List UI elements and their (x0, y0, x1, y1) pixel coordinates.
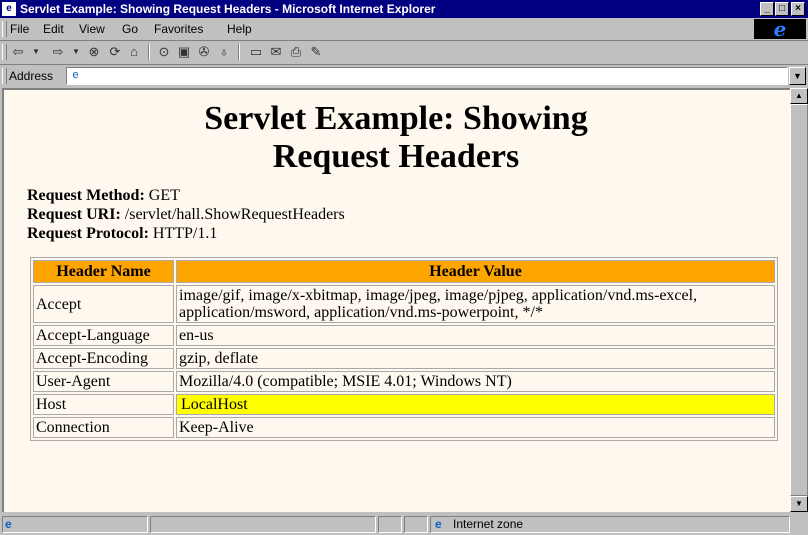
vertical-scrollbar[interactable]: ▲ ▼ (790, 88, 808, 512)
home-icon[interactable]: ⌂ (126, 44, 142, 60)
close-button[interactable]: × (791, 2, 805, 16)
print-icon[interactable]: ⎙ (288, 44, 304, 60)
request-protocol-label: Request Protocol: (27, 225, 149, 242)
standard-toolbar: ⇦ ▼ ⇨ ▼ ⊗ ⟳ ⌂ ⊙ ▣ ✇ ♁ ▭ ✉ ⎙ ✎ (0, 40, 808, 63)
history-icon[interactable]: ♁ (216, 44, 232, 60)
request-uri-row: Request URI: /servlet/hall.ShowRequestHe… (27, 205, 345, 224)
scroll-thumb[interactable] (790, 104, 808, 496)
toolbar-grip[interactable] (2, 44, 7, 60)
table-row: Connection Keep-Alive (33, 417, 775, 438)
request-method-label: Request Method: (27, 187, 145, 204)
page-icon: e (72, 69, 79, 81)
search-icon[interactable]: ⊙ (156, 44, 172, 60)
status-progress-panel (150, 516, 376, 533)
headers-table: Header Name Header Value Accept image/gi… (30, 257, 778, 441)
status-zone-panel: e Internet zone (430, 516, 790, 533)
minimize-button[interactable]: _ (760, 2, 774, 16)
address-input[interactable]: e (66, 67, 788, 85)
title-bar[interactable]: e Servlet Example: Showing Request Heade… (0, 0, 808, 18)
column-header-value: Header Value (176, 260, 775, 283)
header-name-cell: Accept-Language (33, 325, 174, 346)
page-title-line2: Request Headers (272, 138, 520, 175)
address-bar: Address e ▼ (0, 64, 808, 87)
mail-icon[interactable]: ✉ (268, 44, 284, 60)
ie-page-icon: e (2, 2, 16, 16)
maximize-button[interactable]: □ (775, 2, 789, 16)
request-method-value: GET (148, 187, 180, 204)
window-title: Servlet Example: Showing Request Headers… (20, 2, 436, 16)
address-dropdown-button[interactable]: ▼ (789, 67, 806, 85)
status-page-icon: e (5, 517, 12, 531)
menu-bar: File Edit View Go Favorites Help (0, 19, 808, 39)
header-name-cell: Host (33, 394, 174, 415)
menubar-grip[interactable] (2, 21, 7, 37)
refresh-icon[interactable]: ⟳ (107, 44, 123, 60)
addressbar-grip[interactable] (2, 68, 7, 84)
table-row: User-Agent Mozilla/4.0 (compatible; MSIE… (33, 371, 775, 392)
page-content: Servlet Example: Showing Request Headers… (2, 88, 790, 512)
header-value-cell: en-us (176, 325, 775, 346)
browser-window: e Servlet Example: Showing Request Heade… (0, 0, 808, 535)
page-title: Servlet Example: Showing Request Headers (4, 100, 788, 176)
header-name-cell: User-Agent (33, 371, 174, 392)
header-value-cell-highlighted: LocalHost (176, 394, 775, 415)
request-protocol-value: HTTP/1.1 (152, 225, 218, 242)
request-info: Request Method: GET Request URI: /servle… (27, 186, 345, 243)
fullscreen-icon[interactable]: ▭ (248, 44, 264, 60)
header-name-cell: Accept (33, 285, 174, 323)
internet-zone-icon: e (435, 517, 442, 531)
status-security-panel (404, 516, 428, 533)
request-protocol-row: Request Protocol: HTTP/1.1 (27, 224, 345, 243)
table-row: Accept image/gif, image/x-xbitmap, image… (33, 285, 775, 323)
zone-label: Internet zone (453, 517, 524, 531)
menu-help[interactable]: Help (227, 19, 252, 39)
menu-edit[interactable]: Edit (43, 19, 64, 39)
favorites-icon[interactable]: ▣ (176, 44, 192, 60)
page-title-line1: Servlet Example: Showing (204, 100, 588, 137)
back-icon[interactable]: ⇦ (10, 44, 26, 60)
request-uri-value: /servlet/hall.ShowRequestHeaders (124, 206, 345, 223)
status-text-panel: e (2, 516, 148, 533)
back-dropdown-icon[interactable]: ▼ (28, 44, 44, 60)
header-value-cell: image/gif, image/x-xbitmap, image/jpeg, … (176, 285, 775, 323)
channels-icon[interactable]: ✇ (196, 44, 212, 60)
toolbar-separator (238, 44, 240, 60)
stop-icon[interactable]: ⊗ (86, 44, 102, 60)
edit-icon[interactable]: ✎ (308, 44, 324, 60)
header-value-cell: Keep-Alive (176, 417, 775, 438)
menu-view[interactable]: View (79, 19, 105, 39)
forward-icon[interactable]: ⇨ (50, 44, 66, 60)
table-row: Accept-Encoding gzip, deflate (33, 348, 775, 369)
menu-favorites[interactable]: Favorites (154, 19, 203, 39)
header-name-cell: Connection (33, 417, 174, 438)
table-header-row: Header Name Header Value (33, 260, 775, 283)
scroll-down-button[interactable]: ▼ (790, 496, 808, 512)
request-uri-label: Request URI: (27, 206, 121, 223)
header-value-cell: Mozilla/4.0 (compatible; MSIE 4.01; Wind… (176, 371, 775, 392)
request-method-row: Request Method: GET (27, 186, 345, 205)
ie-throbber-logo: e (754, 19, 806, 39)
toolbar-separator (148, 44, 150, 60)
header-value-cell: gzip, deflate (176, 348, 775, 369)
table-row: Accept-Language en-us (33, 325, 775, 346)
header-name-cell: Accept-Encoding (33, 348, 174, 369)
menu-file[interactable]: File (10, 19, 29, 39)
status-offline-panel (378, 516, 402, 533)
address-label: Address (9, 69, 54, 83)
forward-dropdown-icon[interactable]: ▼ (68, 44, 84, 60)
status-bar: e e Internet zone (0, 514, 808, 535)
scroll-up-button[interactable]: ▲ (790, 88, 808, 104)
column-header-name: Header Name (33, 260, 174, 283)
menu-go[interactable]: Go (122, 19, 138, 39)
table-row: Host LocalHost (33, 394, 775, 415)
